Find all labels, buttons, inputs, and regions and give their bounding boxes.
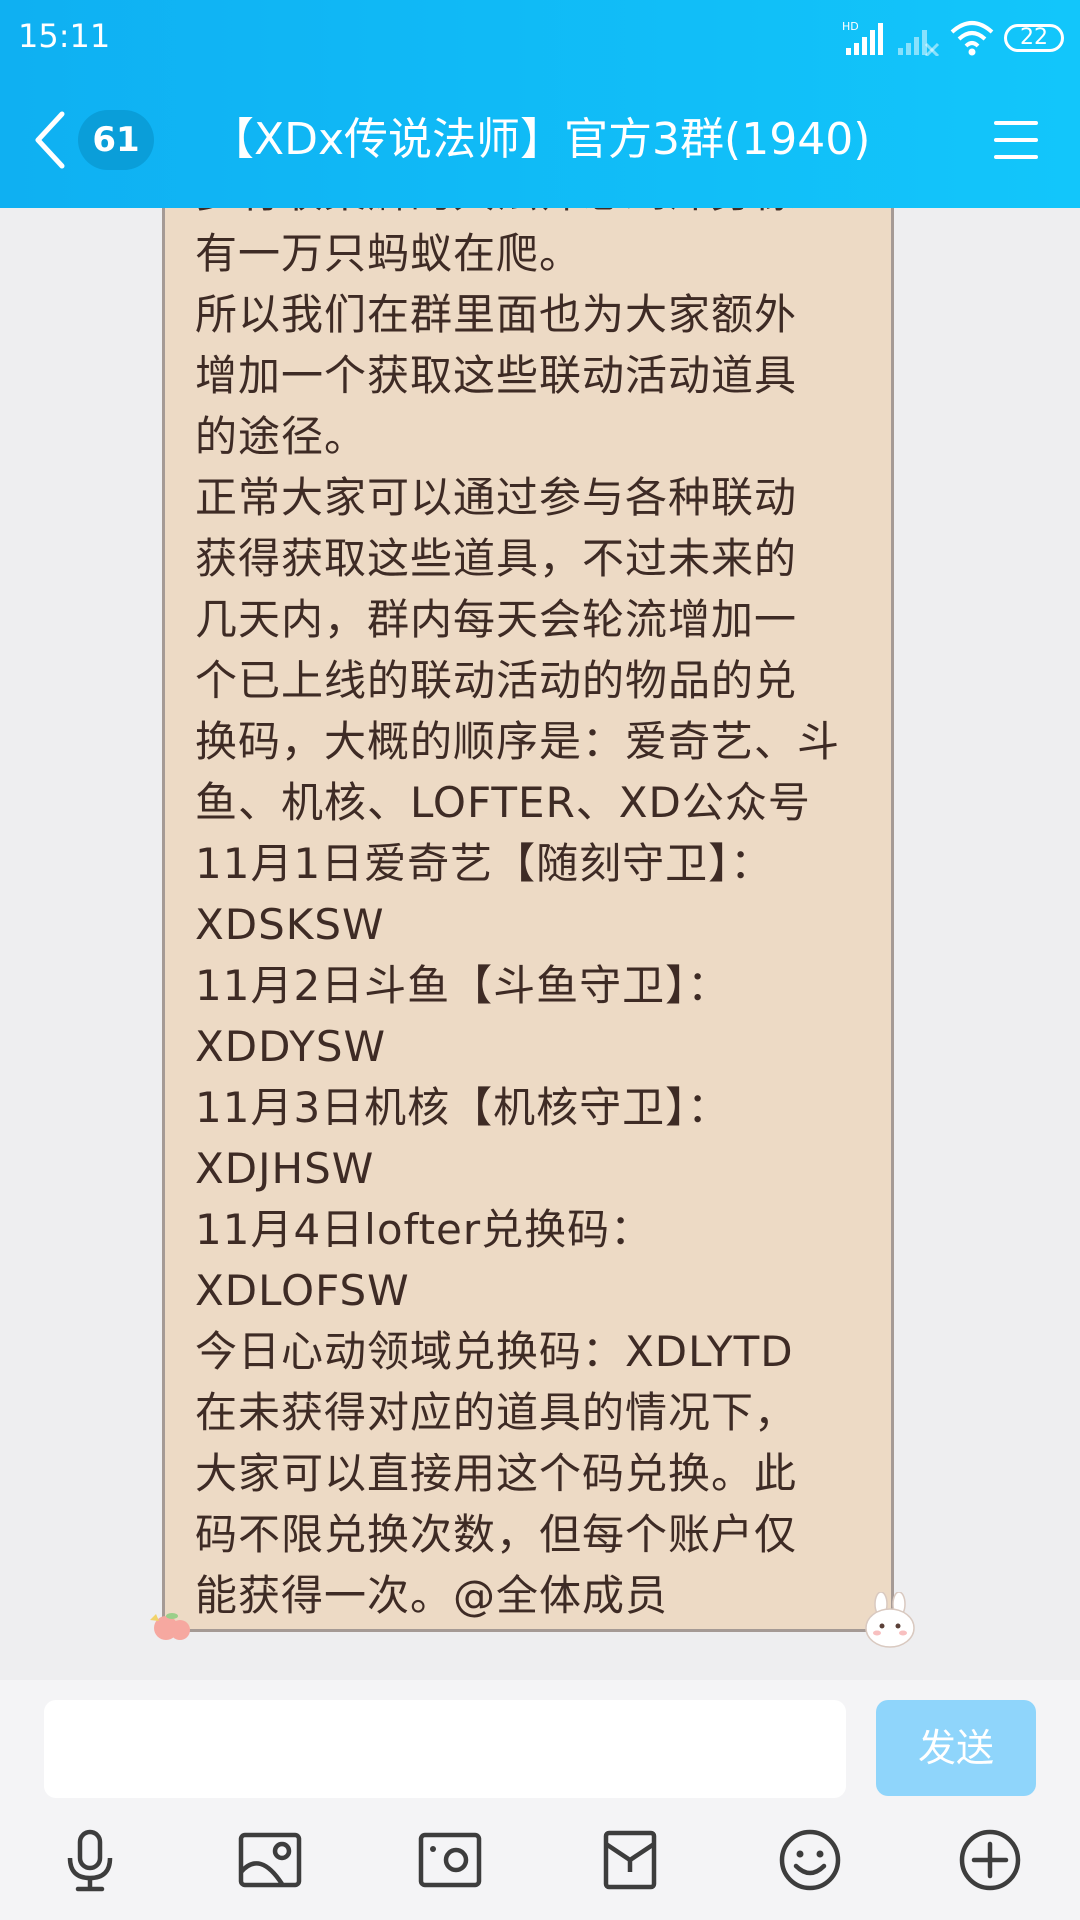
emoji-icon: [779, 1829, 841, 1891]
message-line: XDJHSW: [195, 1144, 375, 1193]
signal-weak-icon: [898, 30, 940, 56]
battery-indicator: 22: [1004, 24, 1064, 52]
input-bar: 发送: [0, 1680, 1080, 1800]
input-toolbar: [0, 1800, 1080, 1920]
back-arrow-icon[interactable]: [30, 108, 70, 172]
red-packet-icon: [603, 1830, 657, 1890]
message-line: 11月2日斗鱼【斗鱼守卫】：: [195, 961, 731, 1010]
message-line: 正常大家可以通过参与各种联动: [195, 473, 798, 522]
message-line: 11月4日lofter兑换码：: [195, 1205, 654, 1254]
message-line: 码不限兑换次数，但每个账户仅: [195, 1510, 798, 1559]
message-line: XDLOFSW: [195, 1266, 410, 1315]
message-line: 有一万只蚂蚁在爬。: [195, 229, 583, 278]
hd-label: HD: [842, 20, 859, 33]
wifi-icon: [950, 21, 994, 56]
microphone-icon: [67, 1829, 113, 1892]
hd-signal-icon: HD: [842, 20, 883, 55]
plus-icon: [959, 1829, 1021, 1891]
camera-icon: [418, 1832, 482, 1888]
message-line: 个已上线的联动活动的物品的兑: [195, 656, 798, 705]
message-line: 11月1日爱奇艺【随刻守卫】：: [195, 839, 774, 888]
message-line: 在未获得对应的道具的情况下，: [195, 1388, 798, 1437]
status-icons: HD 22: [842, 16, 1064, 60]
image-button[interactable]: [210, 1800, 330, 1920]
message-line: 大家可以直接用这个码兑换。此: [195, 1449, 798, 1498]
peach-sticker-icon: [150, 1613, 190, 1640]
message-line: XDDYSW: [195, 1022, 387, 1071]
message-line: 今日心动领域兑换码：XDLYTD: [195, 1327, 794, 1376]
message-line: 增加一个获取这些联动活动道具: [195, 351, 798, 400]
unread-count-badge[interactable]: 61: [78, 110, 154, 170]
status-time: 15:11: [18, 17, 111, 55]
emoji-button[interactable]: [750, 1800, 870, 1920]
chat-title: 【XDx传说法师】官方3群(1940): [210, 114, 871, 165]
message-line: 所以我们在群里面也为大家额外: [195, 290, 798, 339]
message-line: 获得获取这些道具，不过未来的: [195, 534, 798, 583]
image-icon: [238, 1832, 302, 1888]
message-line: 鱼、机核、LOFTER、XD公众号: [195, 778, 811, 827]
bunny-sticker-icon: [865, 1592, 915, 1648]
red-packet-button[interactable]: [570, 1800, 690, 1920]
message-line: 多有收集癖的大法师想到浑身像: [195, 208, 885, 223]
more-button[interactable]: [930, 1800, 1050, 1920]
message-line: 11月3日机核【机核守卫】：: [195, 1083, 731, 1132]
message-text: 多有收集癖的大法师想到浑身像 有一万只蚂蚁在爬。 所以我们在群里面也为大家额外 …: [195, 208, 885, 1626]
message-line: XDSKSW: [195, 900, 385, 949]
message-line: 的途径。: [195, 412, 368, 461]
menu-icon[interactable]: [992, 118, 1040, 162]
message-line: 换码，大概的顺序是：爱奇艺、斗: [195, 717, 841, 766]
top-bar: 15:11 HD 22 61 【XDx传说法师】官方3群(1940): [0, 0, 1080, 208]
message-line: 几天内，群内每天会轮流增加一: [195, 595, 798, 644]
message-input[interactable]: [44, 1700, 846, 1798]
voice-button[interactable]: [30, 1800, 150, 1920]
camera-button[interactable]: [390, 1800, 510, 1920]
message-line: 能获得一次。@全体成员: [195, 1571, 669, 1620]
chat-area[interactable]: 多有收集癖的大法师想到浑身像 有一万只蚂蚁在爬。 所以我们在群里面也为大家额外 …: [0, 208, 1080, 1680]
send-button[interactable]: 发送: [876, 1700, 1036, 1796]
message-bubble[interactable]: 多有收集癖的大法师想到浑身像 有一万只蚂蚁在爬。 所以我们在群里面也为大家额外 …: [162, 208, 894, 1632]
